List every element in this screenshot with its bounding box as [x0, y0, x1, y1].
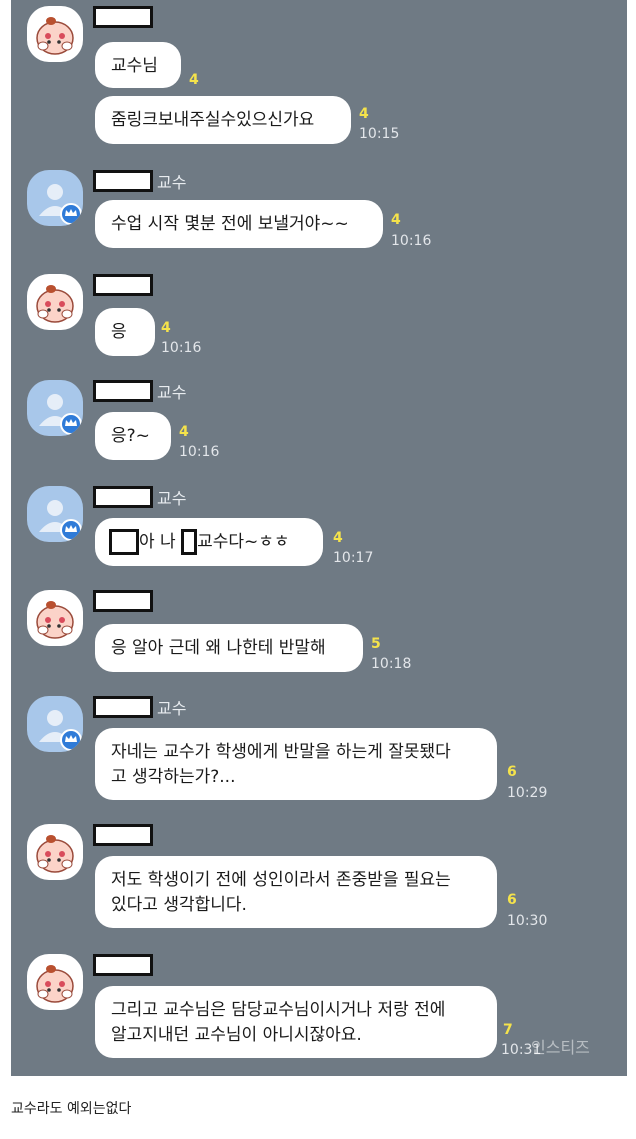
message-text-part: 아 나: [139, 532, 176, 552]
unread-count: 6: [507, 892, 517, 908]
sender-title: 교수: [157, 383, 187, 402]
message-time: 10:16: [161, 340, 202, 356]
sender-name: [93, 4, 153, 30]
message-bubble[interactable]: 응 알아 근데 왜 나한테 반말해: [95, 624, 363, 672]
redacted-name: [93, 824, 153, 846]
peach-icon: [36, 965, 74, 1003]
unread-count: 4: [189, 72, 199, 88]
sender-name: 교수: [93, 378, 186, 404]
unread-count: 6: [507, 764, 517, 780]
sender-title: 교수: [157, 699, 187, 718]
redacted-name: [93, 6, 153, 28]
default-profile-avatar[interactable]: [27, 170, 83, 226]
message-time: 10:16: [179, 444, 220, 460]
sender-name: 교수: [93, 694, 186, 720]
unread-count: 4: [359, 106, 369, 122]
redacted-text: [181, 529, 198, 555]
message-time: 10:17: [333, 550, 374, 566]
peach-avatar[interactable]: [27, 824, 83, 880]
redacted-name: [93, 170, 153, 192]
redacted-name: [93, 696, 153, 718]
peach-avatar[interactable]: [27, 6, 83, 62]
message-bubble[interactable]: 응: [95, 308, 155, 356]
redacted-text: [109, 529, 139, 555]
message-time: 10:29: [507, 785, 548, 801]
message-bubble[interactable]: 수업 시작 몇분 전에 보낼거야~~: [95, 200, 383, 248]
peach-avatar[interactable]: [27, 590, 83, 646]
peach-avatar[interactable]: [27, 274, 83, 330]
peach-icon: [36, 601, 74, 639]
unread-count: 7: [503, 1022, 513, 1038]
default-profile-avatar[interactable]: [27, 696, 83, 752]
person-icon: [39, 394, 82, 435]
redacted-name: [93, 590, 153, 612]
message-bubble[interactable]: 자네는 교수가 학생에게 반말을 하는게 잘못됐다 고 생각하는가?...: [95, 728, 497, 800]
post-caption: 교수라도 예외는없다: [11, 1101, 132, 1117]
default-profile-avatar[interactable]: [27, 486, 83, 542]
sender-name: 교수: [93, 168, 186, 194]
unread-count: 4: [179, 424, 189, 440]
sender-name: 교수: [93, 484, 186, 510]
message-time: 10:16: [391, 233, 432, 249]
redacted-name: [93, 380, 153, 402]
person-icon: [39, 500, 82, 541]
message-bubble[interactable]: 응?~: [95, 412, 171, 460]
peach-avatar[interactable]: [27, 954, 83, 1010]
message-time: 10:30: [507, 913, 548, 929]
peach-icon: [36, 285, 74, 323]
sender-name: [93, 588, 153, 614]
message-bubble[interactable]: 그리고 교수님은 담당교수님이시거나 저랑 전에 알고지내던 교수님이 아니시잖…: [95, 986, 497, 1058]
watermark: 인스티즈: [531, 1038, 590, 1057]
unread-count: 4: [161, 320, 171, 336]
sender-title: 교수: [157, 173, 187, 192]
sender-title: 교수: [157, 489, 187, 508]
redacted-name: [93, 274, 153, 296]
message-time: 10:15: [359, 126, 400, 142]
sender-name: [93, 952, 153, 978]
sender-name: [93, 822, 153, 848]
redacted-name: [93, 954, 153, 976]
person-icon: [39, 710, 82, 751]
message-bubble[interactable]: 아 나 교수다~ㅎㅎ: [95, 518, 323, 566]
peach-icon: [36, 835, 74, 873]
message-bubble[interactable]: 교수님: [95, 42, 181, 88]
message-text-part: 교수다~ㅎㅎ: [197, 532, 290, 552]
unread-count: 4: [333, 530, 343, 546]
sender-name: [93, 272, 153, 298]
unread-count: 4: [391, 212, 401, 228]
message-time: 10:18: [371, 656, 412, 672]
message-bubble[interactable]: 저도 학생이기 전에 성인이라서 존중받을 필요는 있다고 생각합니다.: [95, 856, 497, 928]
message-bubble[interactable]: 줌링크보내주실수있으신가요: [95, 96, 351, 144]
unread-count: 5: [371, 636, 381, 652]
redacted-name: [93, 486, 153, 508]
chat-room: 교수님 4 줌링크보내주실수있으신가요 4 10:15 교수 수업 시작 몇분 …: [11, 0, 627, 1076]
peach-icon: [36, 17, 74, 55]
person-icon: [39, 184, 82, 225]
default-profile-avatar[interactable]: [27, 380, 83, 436]
